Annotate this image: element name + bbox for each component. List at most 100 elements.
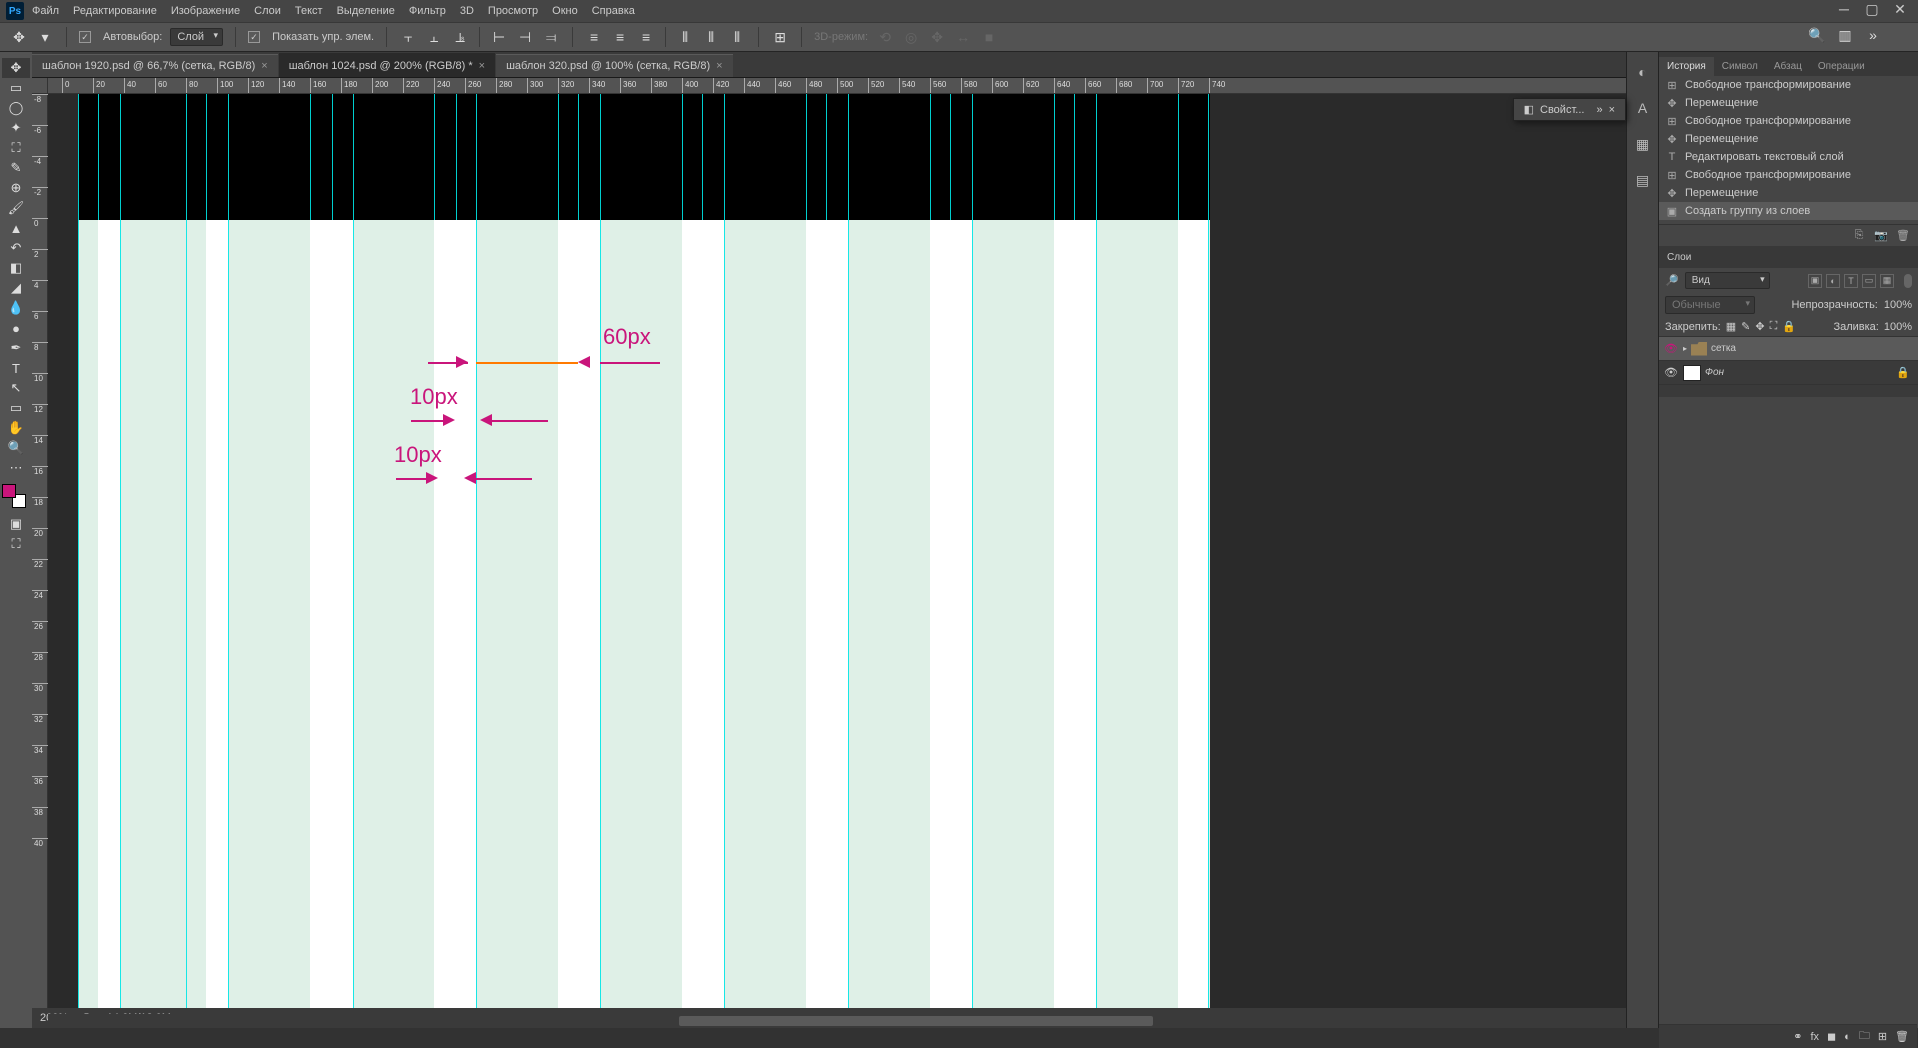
- canvas[interactable]: 60px 10px 10px: [48, 94, 1626, 1008]
- fill-value[interactable]: 100%: [1884, 321, 1912, 333]
- pen-tool[interactable]: ✒: [2, 338, 30, 358]
- crop-tool[interactable]: ⛶: [2, 138, 30, 158]
- layer-name[interactable]: сетка: [1711, 343, 1736, 354]
- layer-mask-icon[interactable]: ◼: [1827, 1030, 1836, 1043]
- opacity-value[interactable]: 100%: [1884, 299, 1912, 311]
- filter-adjust-icon[interactable]: ◐: [1826, 274, 1840, 288]
- align-left-icon[interactable]: ⊢: [490, 28, 508, 46]
- history-item[interactable]: ⊞Свободное трансформирование: [1659, 112, 1918, 130]
- tab-character[interactable]: Символ: [1714, 57, 1766, 76]
- window-minimize[interactable]: ─: [1830, 0, 1858, 18]
- lock-all-icon[interactable]: 🔒: [1782, 320, 1796, 333]
- ruler-origin[interactable]: [32, 78, 48, 94]
- history-snapshot-icon[interactable]: 📷: [1874, 229, 1888, 243]
- character-panel-icon[interactable]: A: [1633, 98, 1653, 118]
- zoom-tool[interactable]: 🔍: [2, 438, 30, 458]
- autoselect-checkbox[interactable]: ✓: [79, 31, 91, 43]
- rectangle-tool[interactable]: ▭: [2, 398, 30, 418]
- history-new-doc-icon[interactable]: ⎘: [1852, 229, 1866, 243]
- tab-actions[interactable]: Операции: [1810, 57, 1873, 76]
- align-vcenter-icon[interactable]: ⫠: [425, 28, 443, 46]
- guide-vertical[interactable]: [120, 94, 121, 1008]
- menu-edit[interactable]: Редактирование: [73, 5, 157, 17]
- quick-mask-tool[interactable]: ▣: [2, 514, 30, 534]
- horizontal-scrollbar[interactable]: [48, 1014, 1626, 1028]
- color-swatches[interactable]: [2, 484, 26, 508]
- layer-fx-icon[interactable]: fx: [1810, 1031, 1819, 1043]
- hand-tool[interactable]: ✋: [2, 418, 30, 438]
- menu-select[interactable]: Выделение: [337, 5, 395, 17]
- properties-floating-panel[interactable]: ◧ Свойст... » ×: [1513, 98, 1626, 121]
- clone-stamp-tool[interactable]: ▲: [2, 218, 30, 238]
- document-tab-0[interactable]: шаблон 1920.psd @ 66,7% (сетка, RGB/8)×: [32, 54, 278, 77]
- edit-toolbar[interactable]: ⋯: [2, 458, 30, 478]
- align-right-icon[interactable]: ⫤: [542, 28, 560, 46]
- adjustment-layer-icon[interactable]: ◐: [1844, 1031, 1851, 1043]
- history-item[interactable]: ⊞Свободное трансформирование: [1659, 166, 1918, 184]
- autoselect-dropdown[interactable]: Слой: [170, 28, 223, 46]
- window-maximize[interactable]: ▢: [1858, 0, 1886, 18]
- screen-mode-tool[interactable]: ⛶: [2, 534, 30, 554]
- visibility-toggle[interactable]: 👁: [1663, 341, 1679, 357]
- guide-vertical[interactable]: [228, 94, 229, 1008]
- auto-align-icon[interactable]: ⊞: [771, 28, 789, 46]
- healing-brush-tool[interactable]: ⊕: [2, 178, 30, 198]
- libraries-panel-icon[interactable]: ▤: [1633, 170, 1653, 190]
- align-top-icon[interactable]: ⫟: [399, 28, 417, 46]
- collapse-icon[interactable]: »: [1596, 104, 1602, 116]
- lock-artboard-icon[interactable]: ⛶: [1770, 320, 1778, 333]
- magic-wand-tool[interactable]: ✦: [2, 118, 30, 138]
- history-item[interactable]: ⊞Свободное трансформирование: [1659, 76, 1918, 94]
- guide-vertical[interactable]: [972, 94, 973, 1008]
- menu-window[interactable]: Окно: [552, 5, 578, 17]
- ruler-vertical[interactable]: -8-6-4-202468101214161820222426283032343…: [32, 94, 48, 1008]
- path-select-tool[interactable]: ↖: [2, 378, 30, 398]
- filter-toggle[interactable]: [1904, 274, 1912, 288]
- ruler-horizontal[interactable]: 0204060801001201401601802002202402602803…: [48, 78, 1626, 94]
- menu-file[interactable]: Файл: [32, 5, 59, 17]
- guide-vertical[interactable]: [353, 94, 354, 1008]
- guide-vertical[interactable]: [848, 94, 849, 1008]
- workspace-icon[interactable]: ▥: [1836, 26, 1854, 44]
- history-brush-tool[interactable]: ↶: [2, 238, 30, 258]
- filter-pixel-icon[interactable]: ▣: [1808, 274, 1822, 288]
- move-tool[interactable]: ✥: [2, 58, 30, 78]
- lock-transparent-icon[interactable]: ▦: [1726, 320, 1736, 333]
- gradient-tool[interactable]: ◢: [2, 278, 30, 298]
- guide-vertical[interactable]: [186, 94, 187, 1008]
- layer-background[interactable]: 👁 Фон 🔒: [1659, 361, 1918, 385]
- history-item[interactable]: ✥Перемещение: [1659, 94, 1918, 112]
- eyedropper-tool[interactable]: ✎: [2, 158, 30, 178]
- distribute-top-icon[interactable]: ≡: [585, 28, 603, 46]
- layers-panel-tab[interactable]: Слои: [1659, 246, 1918, 268]
- dodge-tool[interactable]: ●: [2, 318, 30, 338]
- visibility-toggle[interactable]: 👁: [1663, 365, 1679, 381]
- guide-vertical[interactable]: [724, 94, 725, 1008]
- expand-icon[interactable]: ▸: [1683, 344, 1687, 353]
- filter-text-icon[interactable]: T: [1844, 274, 1858, 288]
- blend-mode-dropdown[interactable]: Обычные: [1665, 296, 1755, 314]
- guide-vertical[interactable]: [600, 94, 601, 1008]
- history-item[interactable]: ✥Перемещение: [1659, 130, 1918, 148]
- document-tab-2[interactable]: шаблон 320.psd @ 100% (сетка, RGB/8)×: [496, 54, 733, 77]
- search-icon[interactable]: 🔍: [1808, 26, 1826, 44]
- layer-folder-setka[interactable]: 👁 ▸ сетка: [1659, 337, 1918, 361]
- swatches-panel-icon[interactable]: ▦: [1633, 134, 1653, 154]
- distribute-bottom-icon[interactable]: ≡: [637, 28, 655, 46]
- lasso-tool[interactable]: ◯: [2, 98, 30, 118]
- menu-image[interactable]: Изображение: [171, 5, 240, 17]
- eraser-tool[interactable]: ◧: [2, 258, 30, 278]
- filter-shape-icon[interactable]: ▭: [1862, 274, 1876, 288]
- layer-name[interactable]: Фон: [1705, 367, 1724, 378]
- close-icon[interactable]: ×: [479, 60, 485, 72]
- layer-filter-dropdown[interactable]: Вид: [1685, 272, 1770, 289]
- brush-tool[interactable]: 🖌: [2, 198, 30, 218]
- delete-layer-icon[interactable]: 🗑: [1895, 1030, 1909, 1043]
- guide-vertical[interactable]: [1208, 94, 1209, 1008]
- document-tab-1[interactable]: шаблон 1024.psd @ 200% (RGB/8) *×: [279, 53, 495, 77]
- menu-text[interactable]: Текст: [295, 5, 323, 17]
- close-icon[interactable]: ×: [261, 60, 267, 72]
- tab-paragraph[interactable]: Абзац: [1766, 57, 1810, 76]
- distribute-right-icon[interactable]: ⦀: [728, 28, 746, 46]
- history-item[interactable]: ▣Создать группу из слоев: [1659, 202, 1918, 220]
